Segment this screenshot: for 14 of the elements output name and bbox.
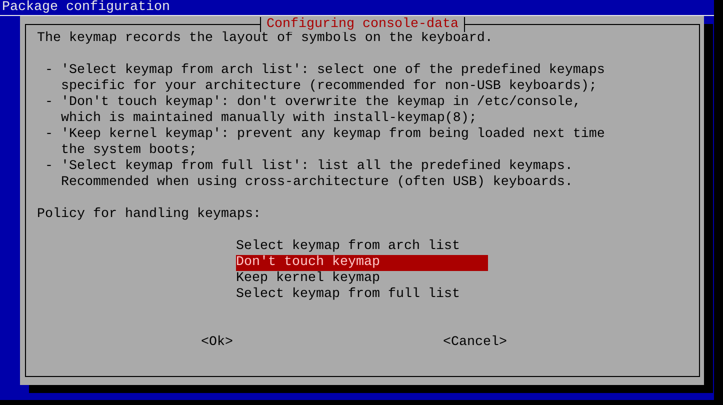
bullet-text: - 'Keep kernel keymap': prevent any keymap from being loaded next time the system boots; [45,127,605,159]
cancel-button[interactable]: <Cancel> [443,335,507,351]
dialog-title: Configuring console-data [260,17,466,32]
menu-option[interactable]: Select keymap from full list [236,287,488,303]
bullet-text: - 'Select keymap from full list': list all the predefined keymaps. Recommended when using cross-architecture (often USB) keyboards. [45,159,573,191]
bullet-text: - 'Select keymap from arch list': select one of the predefined keymaps specific for your architecture (recommended for non-USB keyboards); [45,63,605,95]
bullet-text: - 'Don't touch keymap': don't overwrite the keymap in /etc/console, which is maintained manually with install-keymap(8); [45,95,581,127]
menu-option[interactable]: Don't touch keymap [236,255,488,271]
menu-option[interactable]: Select keymap from arch list [236,239,488,255]
menu-option[interactable]: Keep kernel keymap [236,271,488,287]
intro-text: The keymap records the layout of symbols on the keyboard. [37,31,493,47]
ok-button[interactable]: <Ok> [201,335,233,351]
prompt-text: Policy for handling keymaps: [37,207,261,223]
window-title: Package configuration [2,0,170,15]
